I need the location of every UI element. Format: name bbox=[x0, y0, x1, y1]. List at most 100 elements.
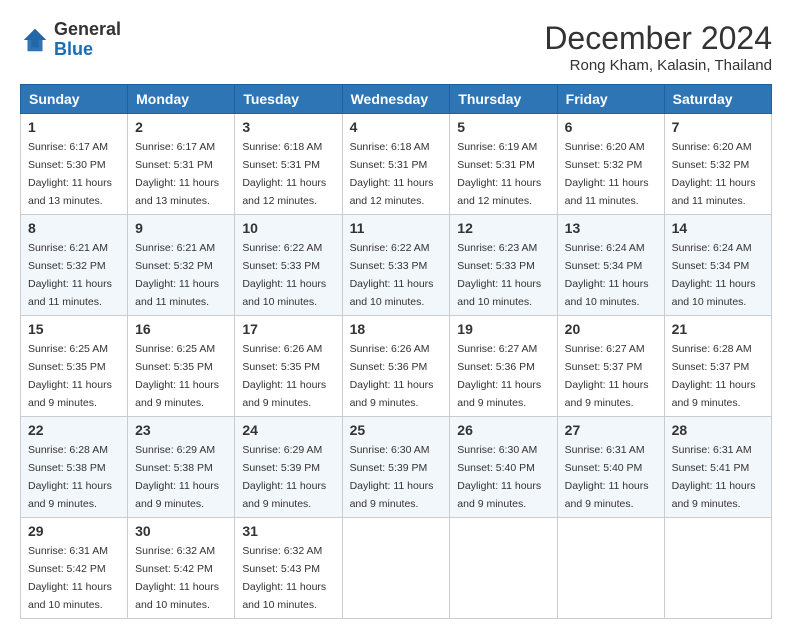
day-cell: 21 Sunrise: 6:28 AMSunset: 5:37 PMDaylig… bbox=[664, 316, 771, 417]
day-info: Sunrise: 6:26 AMSunset: 5:36 PMDaylight:… bbox=[350, 343, 434, 409]
day-cell: 17 Sunrise: 6:26 AMSunset: 5:35 PMDaylig… bbox=[235, 316, 342, 417]
day-number: 17 bbox=[242, 321, 334, 337]
title-area: December 2024 Rong Kham, Kalasin, Thaila… bbox=[544, 20, 772, 74]
day-number: 7 bbox=[672, 119, 764, 135]
day-cell: 30 Sunrise: 6:32 AMSunset: 5:42 PMDaylig… bbox=[128, 518, 235, 619]
day-number: 14 bbox=[672, 220, 764, 236]
weekday-wednesday: Wednesday bbox=[342, 85, 450, 114]
day-info: Sunrise: 6:30 AMSunset: 5:39 PMDaylight:… bbox=[350, 444, 434, 510]
day-info: Sunrise: 6:17 AMSunset: 5:31 PMDaylight:… bbox=[135, 141, 219, 207]
weekday-saturday: Saturday bbox=[664, 85, 771, 114]
day-number: 28 bbox=[672, 422, 764, 438]
calendar-header: SundayMondayTuesdayWednesdayThursdayFrid… bbox=[21, 85, 772, 114]
logo-blue: Blue bbox=[54, 39, 93, 59]
day-number: 11 bbox=[350, 220, 443, 236]
day-info: Sunrise: 6:25 AMSunset: 5:35 PMDaylight:… bbox=[28, 343, 112, 409]
day-info: Sunrise: 6:28 AMSunset: 5:38 PMDaylight:… bbox=[28, 444, 112, 510]
day-number: 23 bbox=[135, 422, 227, 438]
day-cell: 5 Sunrise: 6:19 AMSunset: 5:31 PMDayligh… bbox=[450, 114, 557, 215]
day-info: Sunrise: 6:18 AMSunset: 5:31 PMDaylight:… bbox=[242, 141, 326, 207]
day-info: Sunrise: 6:27 AMSunset: 5:37 PMDaylight:… bbox=[565, 343, 649, 409]
month-title: December 2024 bbox=[544, 20, 772, 57]
day-info: Sunrise: 6:22 AMSunset: 5:33 PMDaylight:… bbox=[242, 242, 326, 308]
weekday-header-row: SundayMondayTuesdayWednesdayThursdayFrid… bbox=[21, 85, 772, 114]
logo-general: General bbox=[54, 19, 121, 39]
day-cell: 20 Sunrise: 6:27 AMSunset: 5:37 PMDaylig… bbox=[557, 316, 664, 417]
weekday-friday: Friday bbox=[557, 85, 664, 114]
day-cell: 12 Sunrise: 6:23 AMSunset: 5:33 PMDaylig… bbox=[450, 215, 557, 316]
day-number: 9 bbox=[135, 220, 227, 236]
day-info: Sunrise: 6:23 AMSunset: 5:33 PMDaylight:… bbox=[457, 242, 541, 308]
day-number: 24 bbox=[242, 422, 334, 438]
day-info: Sunrise: 6:32 AMSunset: 5:42 PMDaylight:… bbox=[135, 545, 219, 611]
day-number: 12 bbox=[457, 220, 549, 236]
day-info: Sunrise: 6:29 AMSunset: 5:39 PMDaylight:… bbox=[242, 444, 326, 510]
weekday-monday: Monday bbox=[128, 85, 235, 114]
day-info: Sunrise: 6:21 AMSunset: 5:32 PMDaylight:… bbox=[135, 242, 219, 308]
day-cell: 23 Sunrise: 6:29 AMSunset: 5:38 PMDaylig… bbox=[128, 417, 235, 518]
day-cell bbox=[450, 518, 557, 619]
day-number: 30 bbox=[135, 523, 227, 539]
day-cell: 3 Sunrise: 6:18 AMSunset: 5:31 PMDayligh… bbox=[235, 114, 342, 215]
day-cell: 26 Sunrise: 6:30 AMSunset: 5:40 PMDaylig… bbox=[450, 417, 557, 518]
day-cell: 14 Sunrise: 6:24 AMSunset: 5:34 PMDaylig… bbox=[664, 215, 771, 316]
day-number: 31 bbox=[242, 523, 334, 539]
day-info: Sunrise: 6:31 AMSunset: 5:42 PMDaylight:… bbox=[28, 545, 112, 611]
logo: General Blue bbox=[20, 20, 121, 60]
day-info: Sunrise: 6:25 AMSunset: 5:35 PMDaylight:… bbox=[135, 343, 219, 409]
day-info: Sunrise: 6:31 AMSunset: 5:41 PMDaylight:… bbox=[672, 444, 756, 510]
location: Rong Kham, Kalasin, Thailand bbox=[544, 57, 772, 74]
day-cell: 13 Sunrise: 6:24 AMSunset: 5:34 PMDaylig… bbox=[557, 215, 664, 316]
weekday-tuesday: Tuesday bbox=[235, 85, 342, 114]
day-number: 19 bbox=[457, 321, 549, 337]
day-info: Sunrise: 6:21 AMSunset: 5:32 PMDaylight:… bbox=[28, 242, 112, 308]
day-number: 15 bbox=[28, 321, 120, 337]
day-cell: 25 Sunrise: 6:30 AMSunset: 5:39 PMDaylig… bbox=[342, 417, 450, 518]
day-cell: 10 Sunrise: 6:22 AMSunset: 5:33 PMDaylig… bbox=[235, 215, 342, 316]
day-info: Sunrise: 6:24 AMSunset: 5:34 PMDaylight:… bbox=[565, 242, 649, 308]
week-row-4: 22 Sunrise: 6:28 AMSunset: 5:38 PMDaylig… bbox=[21, 417, 772, 518]
day-cell: 15 Sunrise: 6:25 AMSunset: 5:35 PMDaylig… bbox=[21, 316, 128, 417]
day-cell: 24 Sunrise: 6:29 AMSunset: 5:39 PMDaylig… bbox=[235, 417, 342, 518]
day-cell: 4 Sunrise: 6:18 AMSunset: 5:31 PMDayligh… bbox=[342, 114, 450, 215]
day-info: Sunrise: 6:29 AMSunset: 5:38 PMDaylight:… bbox=[135, 444, 219, 510]
day-cell: 11 Sunrise: 6:22 AMSunset: 5:33 PMDaylig… bbox=[342, 215, 450, 316]
day-number: 26 bbox=[457, 422, 549, 438]
day-info: Sunrise: 6:18 AMSunset: 5:31 PMDaylight:… bbox=[350, 141, 434, 207]
day-info: Sunrise: 6:20 AMSunset: 5:32 PMDaylight:… bbox=[565, 141, 649, 207]
day-cell: 22 Sunrise: 6:28 AMSunset: 5:38 PMDaylig… bbox=[21, 417, 128, 518]
day-number: 16 bbox=[135, 321, 227, 337]
day-info: Sunrise: 6:20 AMSunset: 5:32 PMDaylight:… bbox=[672, 141, 756, 207]
day-number: 29 bbox=[28, 523, 120, 539]
day-info: Sunrise: 6:17 AMSunset: 5:30 PMDaylight:… bbox=[28, 141, 112, 207]
day-number: 6 bbox=[565, 119, 657, 135]
logo-icon bbox=[20, 25, 50, 55]
weekday-sunday: Sunday bbox=[21, 85, 128, 114]
day-number: 3 bbox=[242, 119, 334, 135]
day-info: Sunrise: 6:22 AMSunset: 5:33 PMDaylight:… bbox=[350, 242, 434, 308]
day-cell bbox=[342, 518, 450, 619]
day-cell: 27 Sunrise: 6:31 AMSunset: 5:40 PMDaylig… bbox=[557, 417, 664, 518]
day-number: 22 bbox=[28, 422, 120, 438]
day-cell: 1 Sunrise: 6:17 AMSunset: 5:30 PMDayligh… bbox=[21, 114, 128, 215]
day-number: 8 bbox=[28, 220, 120, 236]
day-cell: 2 Sunrise: 6:17 AMSunset: 5:31 PMDayligh… bbox=[128, 114, 235, 215]
day-cell: 9 Sunrise: 6:21 AMSunset: 5:32 PMDayligh… bbox=[128, 215, 235, 316]
day-info: Sunrise: 6:27 AMSunset: 5:36 PMDaylight:… bbox=[457, 343, 541, 409]
logo-text: General Blue bbox=[54, 20, 121, 60]
week-row-1: 1 Sunrise: 6:17 AMSunset: 5:30 PMDayligh… bbox=[21, 114, 772, 215]
day-number: 5 bbox=[457, 119, 549, 135]
day-info: Sunrise: 6:31 AMSunset: 5:40 PMDaylight:… bbox=[565, 444, 649, 510]
day-cell bbox=[664, 518, 771, 619]
day-number: 27 bbox=[565, 422, 657, 438]
day-cell: 7 Sunrise: 6:20 AMSunset: 5:32 PMDayligh… bbox=[664, 114, 771, 215]
day-info: Sunrise: 6:32 AMSunset: 5:43 PMDaylight:… bbox=[242, 545, 326, 611]
day-number: 18 bbox=[350, 321, 443, 337]
day-info: Sunrise: 6:26 AMSunset: 5:35 PMDaylight:… bbox=[242, 343, 326, 409]
week-row-2: 8 Sunrise: 6:21 AMSunset: 5:32 PMDayligh… bbox=[21, 215, 772, 316]
day-cell: 16 Sunrise: 6:25 AMSunset: 5:35 PMDaylig… bbox=[128, 316, 235, 417]
day-number: 13 bbox=[565, 220, 657, 236]
week-row-3: 15 Sunrise: 6:25 AMSunset: 5:35 PMDaylig… bbox=[21, 316, 772, 417]
day-info: Sunrise: 6:24 AMSunset: 5:34 PMDaylight:… bbox=[672, 242, 756, 308]
day-number: 2 bbox=[135, 119, 227, 135]
